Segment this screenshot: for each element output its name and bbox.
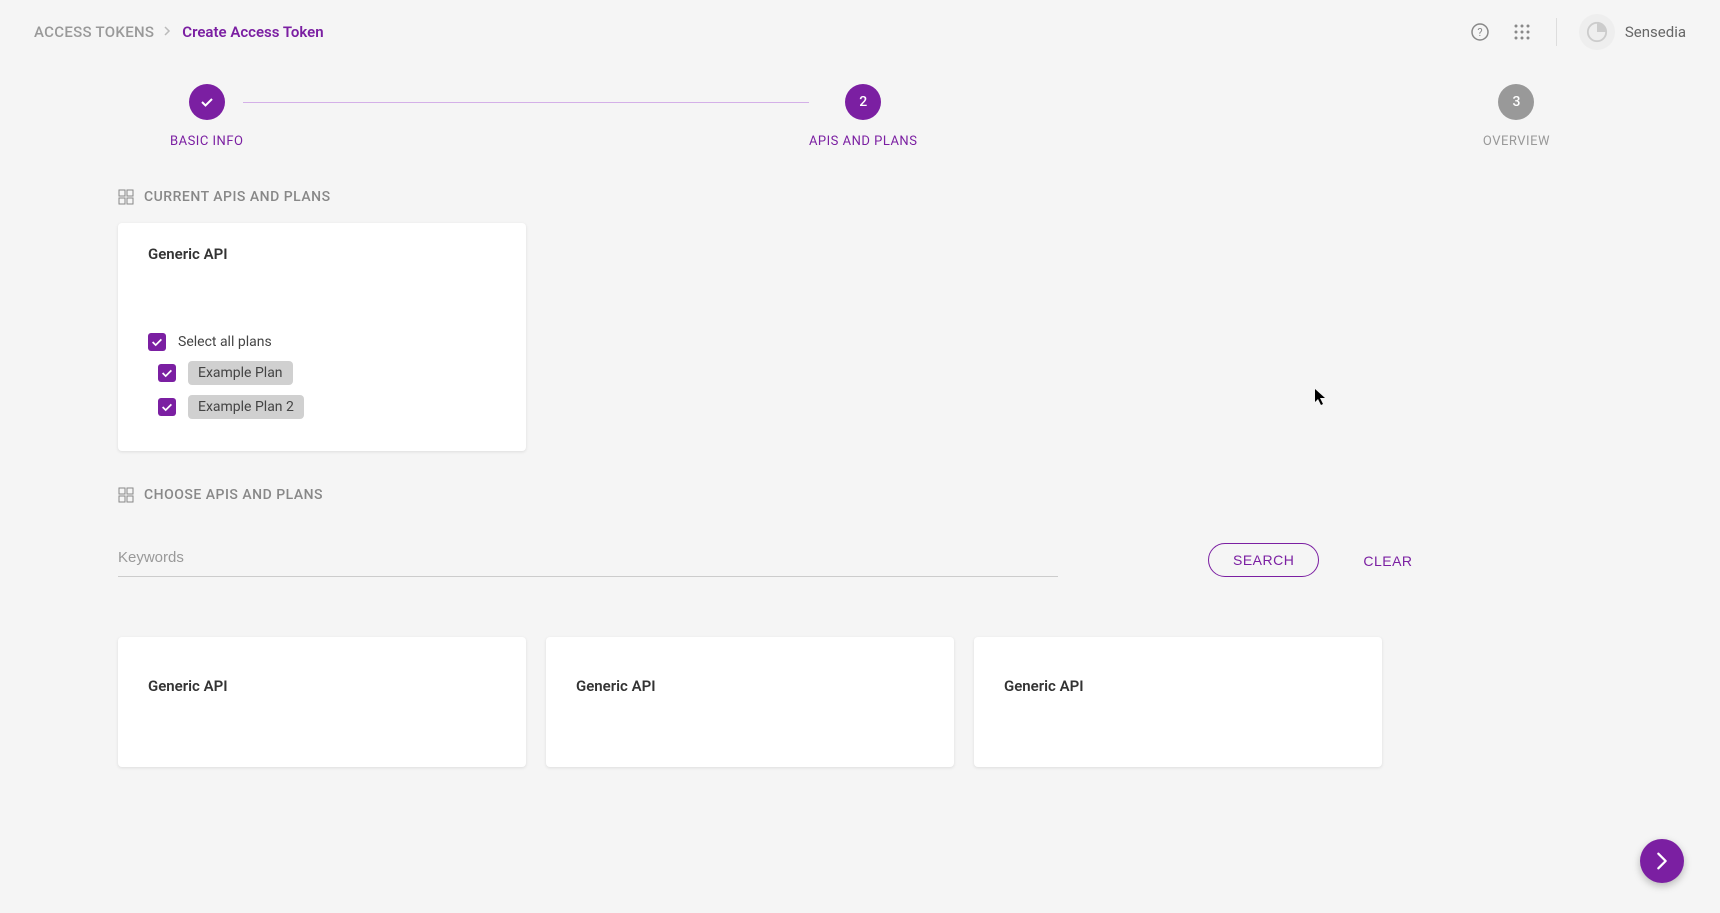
breadcrumb: ACCESS TOKENS Create Access Token — [34, 23, 324, 41]
username: Sensedia — [1625, 23, 1686, 41]
current-api-card: Generic API Select all plans Example Pla… — [118, 223, 526, 451]
mouse-cursor — [1314, 388, 1330, 404]
step-connector — [243, 102, 808, 103]
clear-button[interactable]: CLEAR — [1339, 545, 1436, 577]
step-connector — [917, 102, 1482, 103]
search-row: SEARCH CLEAR — [118, 543, 1602, 577]
step-label: OVERVIEW — [1483, 134, 1550, 149]
select-all-row[interactable]: Select all plans — [148, 333, 496, 351]
api-card-title: Generic API — [576, 677, 924, 695]
step-label: APIS AND PLANS — [809, 134, 917, 149]
search-button[interactable]: SEARCH — [1208, 543, 1319, 577]
plan-row[interactable]: Example Plan 2 — [148, 395, 496, 419]
breadcrumb-parent[interactable]: ACCESS TOKENS — [34, 23, 154, 41]
plan-chip: Example Plan — [188, 361, 293, 385]
step-overview[interactable]: 3 OVERVIEW — [1483, 84, 1550, 149]
api-card[interactable]: Generic API — [118, 637, 526, 767]
help-icon[interactable]: ? — [1468, 20, 1492, 44]
search-input-wrapper — [118, 545, 1058, 577]
section-title-choose: CHOOSE APIS AND PLANS — [118, 487, 1720, 503]
avatar — [1579, 14, 1615, 50]
header-actions: ? Sensedia — [1468, 14, 1686, 50]
api-card[interactable]: Generic API — [546, 637, 954, 767]
grid-icon — [118, 189, 134, 205]
api-card-grid: Generic API Generic API Generic API — [118, 637, 1602, 767]
select-all-label: Select all plans — [178, 334, 272, 350]
breadcrumb-current: Create Access Token — [182, 23, 323, 41]
api-card-title: Generic API — [148, 677, 496, 695]
card-title: Generic API — [148, 245, 496, 263]
user-menu[interactable]: Sensedia — [1579, 14, 1686, 50]
next-fab-button[interactable] — [1640, 839, 1684, 883]
search-input[interactable] — [118, 545, 1058, 570]
step-label: BASIC INFO — [170, 134, 243, 149]
step-circle-completed — [189, 84, 225, 120]
grid-icon — [118, 487, 134, 503]
section-title-text: CURRENT APIS AND PLANS — [144, 189, 331, 205]
api-card-title: Generic API — [1004, 677, 1352, 695]
section-title-current: CURRENT APIS AND PLANS — [118, 189, 1720, 205]
checkbox-plan[interactable] — [158, 364, 176, 382]
step-basic-info[interactable]: BASIC INFO — [170, 84, 243, 149]
page-header: ACCESS TOKENS Create Access Token ? Sens… — [0, 0, 1720, 64]
checkbox-select-all[interactable] — [148, 333, 166, 351]
step-apis-plans[interactable]: 2 APIS AND PLANS — [809, 84, 917, 149]
header-divider — [1556, 18, 1557, 46]
apps-grid-icon[interactable] — [1510, 20, 1534, 44]
chevron-right-icon — [164, 25, 172, 39]
plan-row[interactable]: Example Plan — [148, 361, 496, 385]
api-card[interactable]: Generic API — [974, 637, 1382, 767]
svg-text:?: ? — [1477, 26, 1482, 39]
plan-chip: Example Plan 2 — [188, 395, 304, 419]
step-circle-active: 2 — [845, 84, 881, 120]
step-circle-inactive: 3 — [1498, 84, 1534, 120]
section-title-text: CHOOSE APIS AND PLANS — [144, 487, 323, 503]
checkbox-plan[interactable] — [158, 398, 176, 416]
stepper: BASIC INFO 2 APIS AND PLANS 3 OVERVIEW — [0, 64, 1720, 179]
